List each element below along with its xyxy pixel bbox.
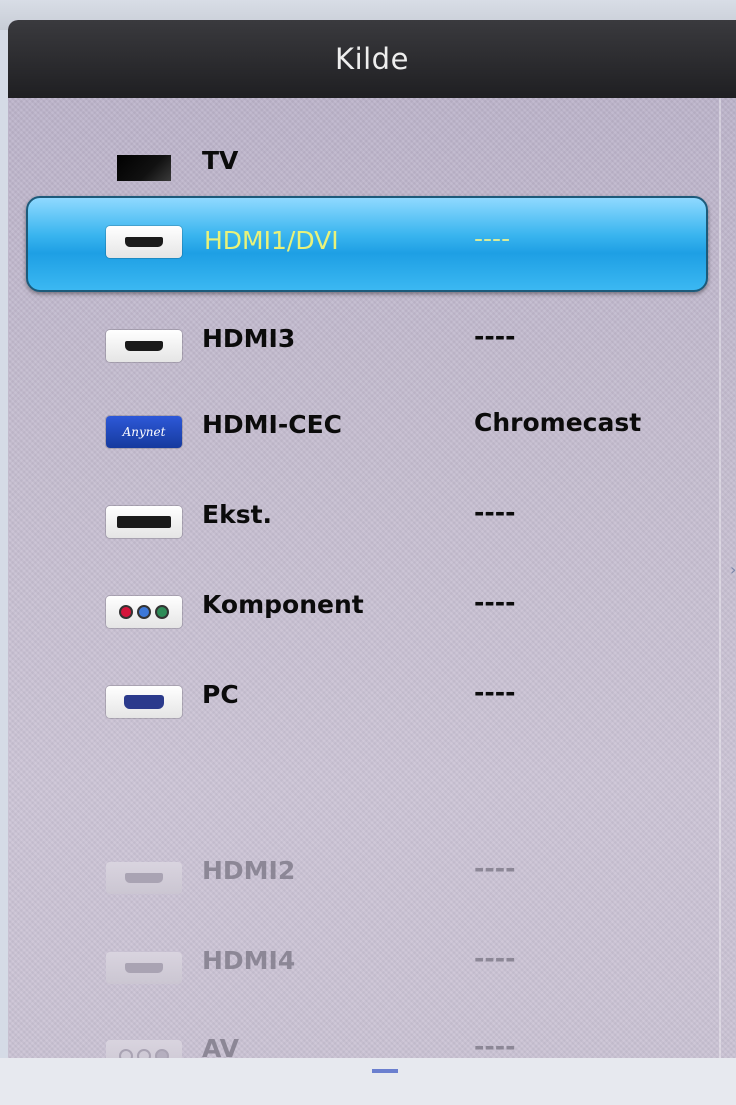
source-item-hdmi2: HDMI2 ---- bbox=[8, 842, 708, 912]
source-device: Chromecast bbox=[474, 408, 642, 437]
source-device: ---- bbox=[474, 322, 516, 351]
source-item-hdmi1-dvi[interactable]: HDMI1/DVI ---- bbox=[26, 196, 708, 292]
source-label: HDMI4 bbox=[202, 946, 296, 975]
source-item-hdmi3[interactable]: HDMI3 ---- bbox=[8, 310, 708, 380]
source-device: ---- bbox=[474, 944, 516, 973]
indicator-dash bbox=[372, 1069, 398, 1073]
source-label: HDMI3 bbox=[202, 324, 296, 353]
source-device: ---- bbox=[474, 678, 516, 707]
source-item-komponent[interactable]: Komponent ---- bbox=[8, 576, 708, 646]
source-device: ---- bbox=[474, 588, 516, 617]
chevron-right-icon[interactable]: › bbox=[730, 560, 736, 579]
source-label: HDMI-CEC bbox=[202, 410, 343, 439]
source-label: HDMI1/DVI bbox=[204, 226, 339, 255]
source-label: Ekst. bbox=[202, 500, 273, 529]
source-device: ---- bbox=[474, 1032, 516, 1061]
component-icon bbox=[106, 596, 182, 628]
title-bar: Kilde bbox=[8, 20, 736, 98]
hdmi-port-icon bbox=[106, 862, 182, 894]
source-item-hdmi-cec[interactable]: Anynet HDMI-CEC Chromecast bbox=[8, 396, 708, 466]
source-device: ---- bbox=[474, 224, 511, 253]
source-device: ---- bbox=[474, 498, 516, 527]
source-item-tv[interactable]: TV bbox=[8, 132, 708, 202]
source-item-hdmi4: HDMI4 ---- bbox=[8, 932, 708, 1002]
side-divider bbox=[719, 98, 721, 1105]
menu-title: Kilde bbox=[335, 42, 409, 76]
vga-icon bbox=[106, 686, 182, 718]
scart-icon bbox=[106, 506, 182, 538]
bottom-bezel bbox=[0, 1058, 736, 1105]
anynet-logo-text: Anynet bbox=[122, 425, 166, 439]
source-menu-panel: Kilde › TV HDMI1/DVI ---- HDMI3 ---- Any… bbox=[8, 20, 736, 1105]
source-label: Komponent bbox=[202, 590, 364, 619]
hdmi-port-icon bbox=[106, 952, 182, 984]
source-item-ekst[interactable]: Ekst. ---- bbox=[8, 486, 708, 556]
hdmi-port-icon bbox=[106, 226, 182, 258]
tv-icon bbox=[106, 152, 182, 184]
anynet-icon: Anynet bbox=[106, 416, 182, 448]
source-device: ---- bbox=[474, 854, 516, 883]
source-label: PC bbox=[202, 680, 239, 709]
source-item-pc[interactable]: PC ---- bbox=[8, 666, 708, 736]
hdmi-port-icon bbox=[106, 330, 182, 362]
source-label: TV bbox=[202, 146, 239, 175]
source-label: HDMI2 bbox=[202, 856, 296, 885]
